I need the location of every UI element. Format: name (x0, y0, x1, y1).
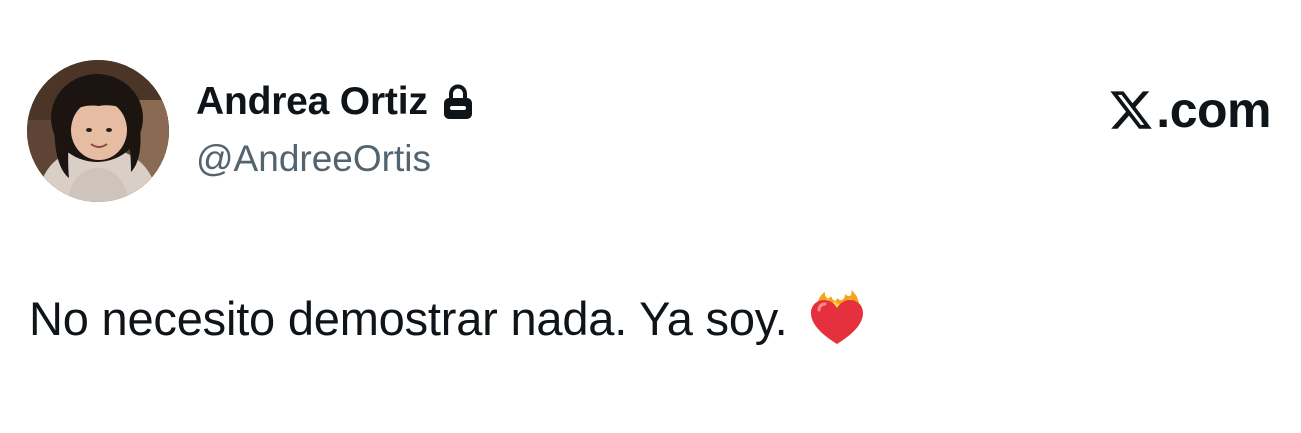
name-row: Andrea Ortiz (196, 78, 474, 126)
brand-logo: .com (1108, 82, 1271, 138)
author-identity: Andrea Ortiz @AndreeOrtis (196, 78, 474, 180)
avatar-photo (27, 60, 169, 202)
tweet-body: No necesito demostrar nada. Ya soy. (29, 288, 867, 348)
avatar[interactable] (27, 60, 169, 202)
heart-on-fire-icon (807, 288, 867, 348)
lock-icon (442, 83, 474, 121)
user-handle[interactable]: @AndreeOrtis (196, 138, 474, 180)
x-logo-icon (1108, 87, 1154, 133)
tweet-card: Andrea Ortiz @AndreeOrtis .com No necesi… (0, 0, 1301, 433)
tweet-text: No necesito demostrar nada. Ya soy. (29, 291, 788, 345)
display-name[interactable]: Andrea Ortiz (196, 80, 428, 124)
brand-suffix: .com (1156, 82, 1271, 138)
